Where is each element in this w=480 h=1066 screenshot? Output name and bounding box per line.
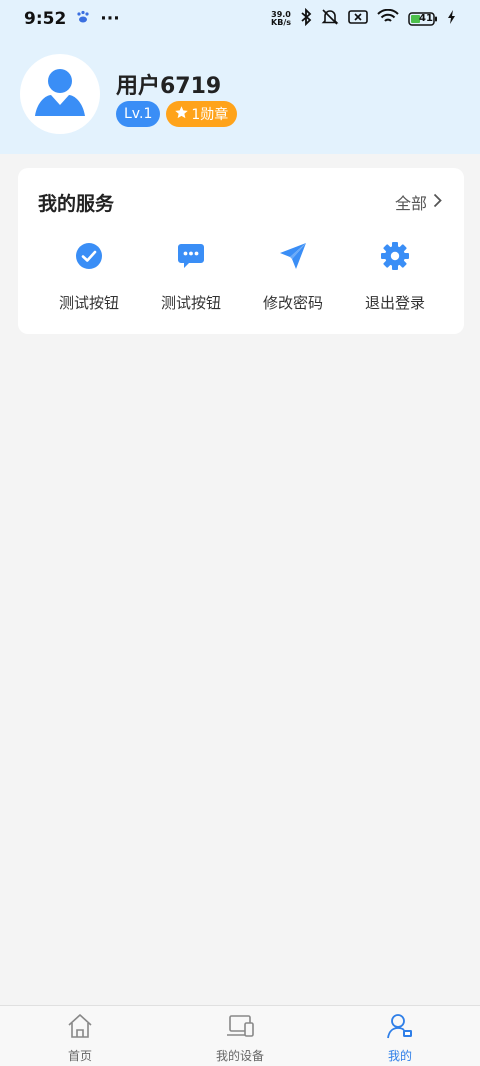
service-label: 测试按钮 (160, 294, 221, 312)
tab-mine[interactable]: 我的 (320, 1006, 480, 1066)
net-speed: 39.0 KB/s (271, 11, 291, 27)
tab-label: 我的设备 (215, 1049, 264, 1063)
user-avatar-icon (34, 68, 86, 120)
user-icon (386, 1013, 414, 1043)
more-notifications-indicator: ··· (100, 9, 120, 29)
service-logout[interactable]: 退出登录 (344, 240, 446, 313)
battery-icon: 41 (408, 12, 438, 26)
devices-icon (225, 1013, 255, 1043)
services-all-link[interactable]: 全部 (395, 190, 442, 214)
bottom-tab-bar: 首页 我的设备 我的 (0, 1005, 480, 1066)
tab-my-devices[interactable]: 我的设备 (160, 1006, 320, 1066)
star-icon (174, 105, 189, 124)
service-label: 退出登录 (364, 294, 425, 312)
status-bar: 9:52 ··· 39.0 KB/s 41 (0, 0, 480, 38)
service-change-password[interactable]: 修改密码 (242, 240, 344, 313)
services-card: 我的服务 全部 测试按钮 测试按钮 修改密码 退出登录 (18, 168, 464, 334)
services-all-label: 全部 (394, 194, 427, 213)
service-label: 修改密码 (262, 294, 323, 312)
wifi-icon (377, 8, 399, 30)
bluetooth-icon (300, 7, 312, 31)
level-badge: Lv.1 (116, 101, 161, 127)
username: 用户6719 (116, 74, 222, 99)
tab-label: 我的 (387, 1049, 412, 1063)
paper-plane-icon (277, 240, 309, 272)
medal-count: 1勋章 (191, 107, 229, 123)
chevron-right-icon (433, 193, 442, 212)
status-time: 9:52 (24, 9, 67, 29)
avatar[interactable] (20, 54, 100, 134)
screen: 9:52 ··· 39.0 KB/s 41 用户6719 Lv.1 1勋章 我的… (0, 0, 480, 1066)
net-speed-unit: KB/s (271, 18, 291, 27)
status-right: 39.0 KB/s 41 (271, 7, 456, 31)
services-title: 我的服务 (38, 193, 115, 215)
tab-home[interactable]: 首页 (0, 1006, 160, 1066)
service-test-button-2[interactable]: 测试按钮 (140, 240, 242, 313)
status-left: 9:52 ··· (24, 9, 120, 29)
gear-icon (379, 240, 411, 272)
profile-badges: Lv.1 1勋章 (116, 101, 238, 127)
charging-icon (447, 9, 456, 29)
tab-label: 首页 (67, 1049, 92, 1063)
paw-icon (76, 9, 90, 29)
profile-header: 用户6719 Lv.1 1勋章 (0, 38, 480, 154)
service-label: 测试按钮 (58, 294, 119, 312)
service-test-button-1[interactable]: 测试按钮 (38, 240, 140, 313)
medal-badge[interactable]: 1勋章 (166, 101, 238, 127)
battery-level: 41 (419, 13, 433, 24)
no-sim-icon (348, 9, 368, 30)
home-icon (66, 1013, 94, 1043)
mute-icon (321, 8, 339, 31)
services-grid: 测试按钮 测试按钮 修改密码 退出登录 (38, 240, 446, 313)
chat-bubble-icon (175, 240, 207, 272)
check-circle-icon (73, 240, 105, 272)
